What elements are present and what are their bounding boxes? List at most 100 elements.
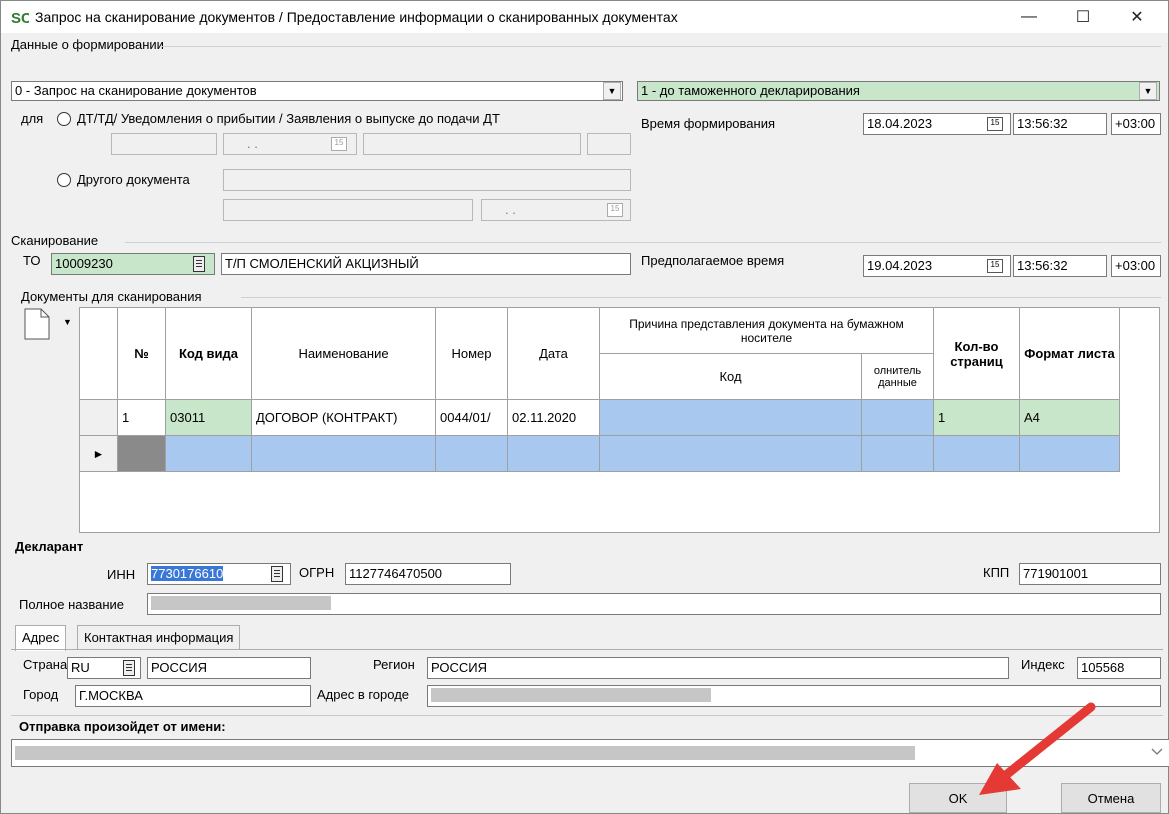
annotation-arrow-icon bbox=[979, 702, 1096, 795]
other-doc-number-field[interactable] bbox=[223, 199, 473, 221]
col-header-num[interactable]: № bbox=[117, 307, 166, 400]
index-field[interactable]: 105568 bbox=[1077, 657, 1161, 679]
cell-reason-code[interactable] bbox=[599, 399, 862, 436]
ogrn-field[interactable]: 1127746470500 bbox=[345, 563, 511, 585]
radio-dt[interactable] bbox=[57, 112, 71, 126]
country-name-field[interactable]: РОССИЯ bbox=[147, 657, 311, 679]
expected-tz-field[interactable]: +03:00 bbox=[1111, 255, 1161, 277]
cell-number[interactable] bbox=[435, 435, 508, 472]
inn-value: 7730176610 bbox=[151, 566, 224, 581]
request-type-dropdown-icon[interactable]: ▼ bbox=[603, 82, 621, 100]
col-header-reason[interactable]: Причина представления документа на бумаж… bbox=[599, 307, 934, 354]
stage-dropdown-icon[interactable]: ▼ bbox=[1139, 82, 1157, 100]
cell-name[interactable] bbox=[251, 435, 436, 472]
directory-book-icon[interactable] bbox=[123, 660, 135, 676]
cell-date[interactable] bbox=[507, 435, 600, 472]
stage-select[interactable]: 1 - до таможенного декларирования bbox=[637, 81, 1160, 101]
calendar-icon[interactable]: 15 bbox=[987, 117, 1003, 131]
dt-extra-field[interactable] bbox=[587, 133, 631, 155]
kpp-field[interactable]: 771901001 bbox=[1019, 563, 1161, 585]
new-document-dropdown-icon[interactable]: ▼ bbox=[63, 317, 72, 327]
directory-book-icon[interactable] bbox=[193, 256, 205, 272]
window-title: Запрос на сканирование документов / Пред… bbox=[35, 9, 678, 25]
table-row[interactable]: 1 03011 ДОГОВОР (КОНТРАКТ) 0044/01/ 02.1… bbox=[79, 399, 1120, 436]
documents-section-label: Документы для сканирования bbox=[21, 289, 202, 304]
svg-text:SC: SC bbox=[11, 10, 29, 25]
tab-address[interactable]: Адрес bbox=[15, 625, 67, 651]
kpp-value: 771901001 bbox=[1023, 566, 1089, 581]
new-document-icon[interactable] bbox=[23, 307, 53, 341]
maximize-button[interactable]: ☐ bbox=[1060, 1, 1106, 33]
redacted-text bbox=[431, 688, 711, 702]
redacted-text bbox=[15, 746, 915, 760]
cell-kind-code[interactable]: 03011 bbox=[165, 399, 252, 436]
cell-num[interactable] bbox=[117, 435, 166, 472]
cell-extra[interactable] bbox=[861, 399, 934, 436]
for-label: для bbox=[21, 111, 44, 126]
col-header-kind-code[interactable]: Код вида bbox=[165, 307, 252, 400]
request-type-value: 0 - Запрос на сканирование документов bbox=[15, 83, 257, 98]
col-header-pages[interactable]: Кол-во страниц bbox=[933, 307, 1020, 400]
country-label: Страна bbox=[23, 657, 68, 672]
city-label: Город bbox=[23, 687, 59, 702]
region-field[interactable]: РОССИЯ bbox=[427, 657, 1009, 679]
directory-book-icon[interactable] bbox=[271, 566, 283, 582]
to-name-field[interactable]: Т/П СМОЛЕНСКИЙ АКЦИЗНЫЙ bbox=[221, 253, 631, 275]
col-header-format[interactable]: Формат листа bbox=[1019, 307, 1120, 400]
row-selector[interactable] bbox=[79, 399, 118, 436]
cell-num[interactable]: 1 bbox=[117, 399, 166, 436]
chevron-down-icon[interactable] bbox=[1151, 747, 1163, 757]
divider bbox=[241, 297, 1161, 298]
table-new-row[interactable]: ► bbox=[79, 435, 1120, 472]
cell-number[interactable]: 0044/01/ bbox=[435, 399, 508, 436]
col-header-number[interactable]: Номер bbox=[435, 307, 508, 400]
formation-tz-field[interactable]: +03:00 bbox=[1111, 113, 1161, 135]
address-label: Адрес в городе bbox=[317, 687, 410, 702]
col-header-name[interactable]: Наименование bbox=[251, 307, 436, 400]
expected-time-field[interactable]: 13:56:32 bbox=[1013, 255, 1107, 277]
redacted-text bbox=[151, 596, 331, 610]
close-button[interactable]: ✕ bbox=[1114, 1, 1160, 33]
radio-other-label: Другого документа bbox=[77, 172, 190, 187]
cell-format[interactable] bbox=[1019, 435, 1120, 472]
expected-date-value: 19.04.2023 bbox=[867, 258, 933, 273]
region-value: РОССИЯ bbox=[431, 660, 488, 675]
tab-contact-info[interactable]: Контактная информация bbox=[77, 625, 241, 649]
col-header-date[interactable]: Дата bbox=[507, 307, 600, 400]
fullname-field[interactable] bbox=[147, 593, 1161, 615]
col-header-extra[interactable]: олнитель данные bbox=[861, 353, 934, 400]
cell-name[interactable]: ДОГОВОР (КОНТРАКТ) bbox=[251, 399, 436, 436]
index-value: 105568 bbox=[1081, 660, 1125, 675]
to-label: ТО bbox=[23, 253, 41, 268]
cell-reason-code[interactable] bbox=[599, 435, 862, 472]
other-doc-date-placeholder: . . bbox=[505, 202, 516, 217]
cell-pages[interactable] bbox=[933, 435, 1020, 472]
divider bbox=[125, 242, 1161, 243]
city-field[interactable]: Г.МОСКВА bbox=[75, 685, 311, 707]
cell-format[interactable]: A4 bbox=[1019, 399, 1120, 436]
cell-date[interactable]: 02.11.2020 bbox=[507, 399, 600, 436]
to-code-field[interactable]: 10009230 bbox=[51, 253, 215, 275]
formation-section-label: Данные о формировании bbox=[11, 37, 164, 52]
cell-pages[interactable]: 1 bbox=[933, 399, 1020, 436]
dt-number-field[interactable] bbox=[363, 133, 581, 155]
formation-time-field[interactable]: 13:56:32 bbox=[1013, 113, 1107, 135]
calendar-icon[interactable]: 15 bbox=[987, 259, 1003, 273]
to-name-value: Т/П СМОЛЕНСКИЙ АКЦИЗНЫЙ bbox=[225, 256, 419, 271]
to-code-value: 10009230 bbox=[55, 256, 113, 271]
dt-code-field[interactable] bbox=[111, 133, 217, 155]
minimize-button[interactable]: — bbox=[1006, 1, 1052, 33]
expected-time-label: Предполагаемое время bbox=[641, 253, 785, 268]
request-type-select[interactable]: 0 - Запрос на сканирование документов bbox=[11, 81, 623, 101]
documents-table: № Код вида Наименование Номер Дата Причи… bbox=[79, 307, 1120, 472]
col-header-reason-code[interactable]: Код bbox=[599, 353, 862, 400]
other-doc-name-field[interactable] bbox=[223, 169, 631, 191]
calendar-icon[interactable]: 15 bbox=[607, 203, 623, 217]
inn-field[interactable]: 7730176610 bbox=[147, 563, 291, 585]
calendar-icon[interactable]: 15 bbox=[331, 137, 347, 151]
cell-kind-code[interactable] bbox=[165, 435, 252, 472]
divider bbox=[161, 46, 1161, 47]
scanning-section-label: Сканирование bbox=[11, 233, 99, 248]
cell-extra[interactable] bbox=[861, 435, 934, 472]
radio-other[interactable] bbox=[57, 173, 71, 187]
